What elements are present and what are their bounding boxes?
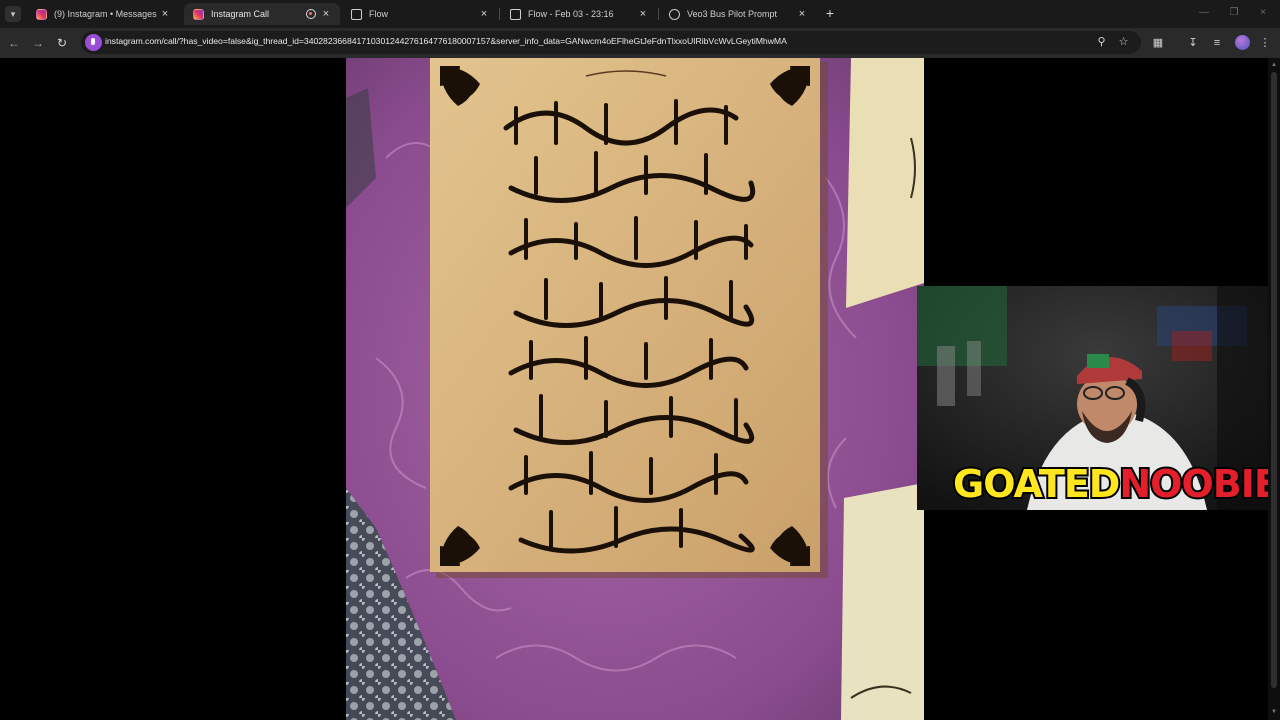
self-view-video[interactable]: GOATEDNOOBIE <box>917 286 1280 510</box>
tab-flow[interactable]: Flow × <box>342 3 498 25</box>
scrollbar[interactable]: ▲ ▼ <box>1268 58 1280 720</box>
tab-veo3-bus-pilot[interactable]: Veo3 Bus Pilot Prompt × <box>660 3 816 25</box>
window-close-icon[interactable]: × <box>1256 6 1270 20</box>
tab-instagram-messages[interactable]: (9) Instagram • Messages × <box>27 3 179 25</box>
download-icon[interactable]: ↧ <box>1185 35 1201 51</box>
back-button[interactable]: ← <box>6 35 22 51</box>
tab-separator <box>658 8 659 20</box>
tab-flow-feb-03[interactable]: Flow - Feb 03 - 23:16 × <box>501 3 657 25</box>
instagram-icon <box>36 8 47 20</box>
recording-icon <box>306 9 316 19</box>
new-tab-button[interactable]: + <box>823 6 837 20</box>
close-icon[interactable]: × <box>796 8 808 20</box>
streamer-logo: GOATEDNOOBIE <box>951 462 1280 506</box>
reload-button[interactable]: ↻ <box>54 35 70 51</box>
globe-icon <box>669 8 680 20</box>
microphone-icon[interactable] <box>85 34 102 51</box>
minimize-icon[interactable]: — <box>1197 6 1211 20</box>
logo-part-2: NOOBIE <box>1117 462 1280 506</box>
close-icon[interactable]: × <box>320 8 332 20</box>
browser-chrome: ▾ (9) Instagram • Messages × Instagram C… <box>0 0 1280 58</box>
zoom-icon[interactable]: ⚲ <box>1095 36 1108 49</box>
toolbar: ← → ↻ instagram.com/call/?has_video=fals… <box>0 28 1280 58</box>
close-icon[interactable]: × <box>478 8 490 20</box>
menu-icon[interactable]: ⋮ <box>1257 35 1273 51</box>
tab-instagram-call[interactable]: Instagram Call × <box>184 3 340 25</box>
document-icon <box>351 8 362 20</box>
media-controls-icon[interactable]: ≡ <box>1209 35 1225 51</box>
close-icon[interactable]: × <box>159 8 171 20</box>
document-icon <box>510 8 521 20</box>
scroll-up-icon[interactable]: ▲ <box>1270 61 1278 69</box>
url-text[interactable]: instagram.com/call/?has_video=false&ig_t… <box>105 36 787 46</box>
close-icon[interactable]: × <box>637 8 649 20</box>
scroll-down-icon[interactable]: ▼ <box>1270 708 1278 716</box>
extensions-icon[interactable]: ▦ <box>1150 35 1166 51</box>
scrollbar-thumb[interactable] <box>1271 72 1277 688</box>
instagram-icon <box>193 8 204 20</box>
tab-separator <box>499 8 500 20</box>
main-video[interactable] <box>346 58 924 720</box>
tab-search-button[interactable]: ▾ <box>5 6 21 22</box>
forward-button[interactable]: → <box>30 35 46 51</box>
tab-strip: ▾ (9) Instagram • Messages × Instagram C… <box>0 0 1280 28</box>
avatar[interactable] <box>1235 35 1250 50</box>
calligraphy-video-frame <box>346 58 924 720</box>
bookmark-star-icon[interactable]: ☆ <box>1117 36 1130 49</box>
restore-icon[interactable]: ❐ <box>1227 6 1241 20</box>
logo-part-1: GOATED <box>951 462 1122 506</box>
address-bar[interactable]: instagram.com/call/?has_video=false&ig_t… <box>81 31 1141 54</box>
